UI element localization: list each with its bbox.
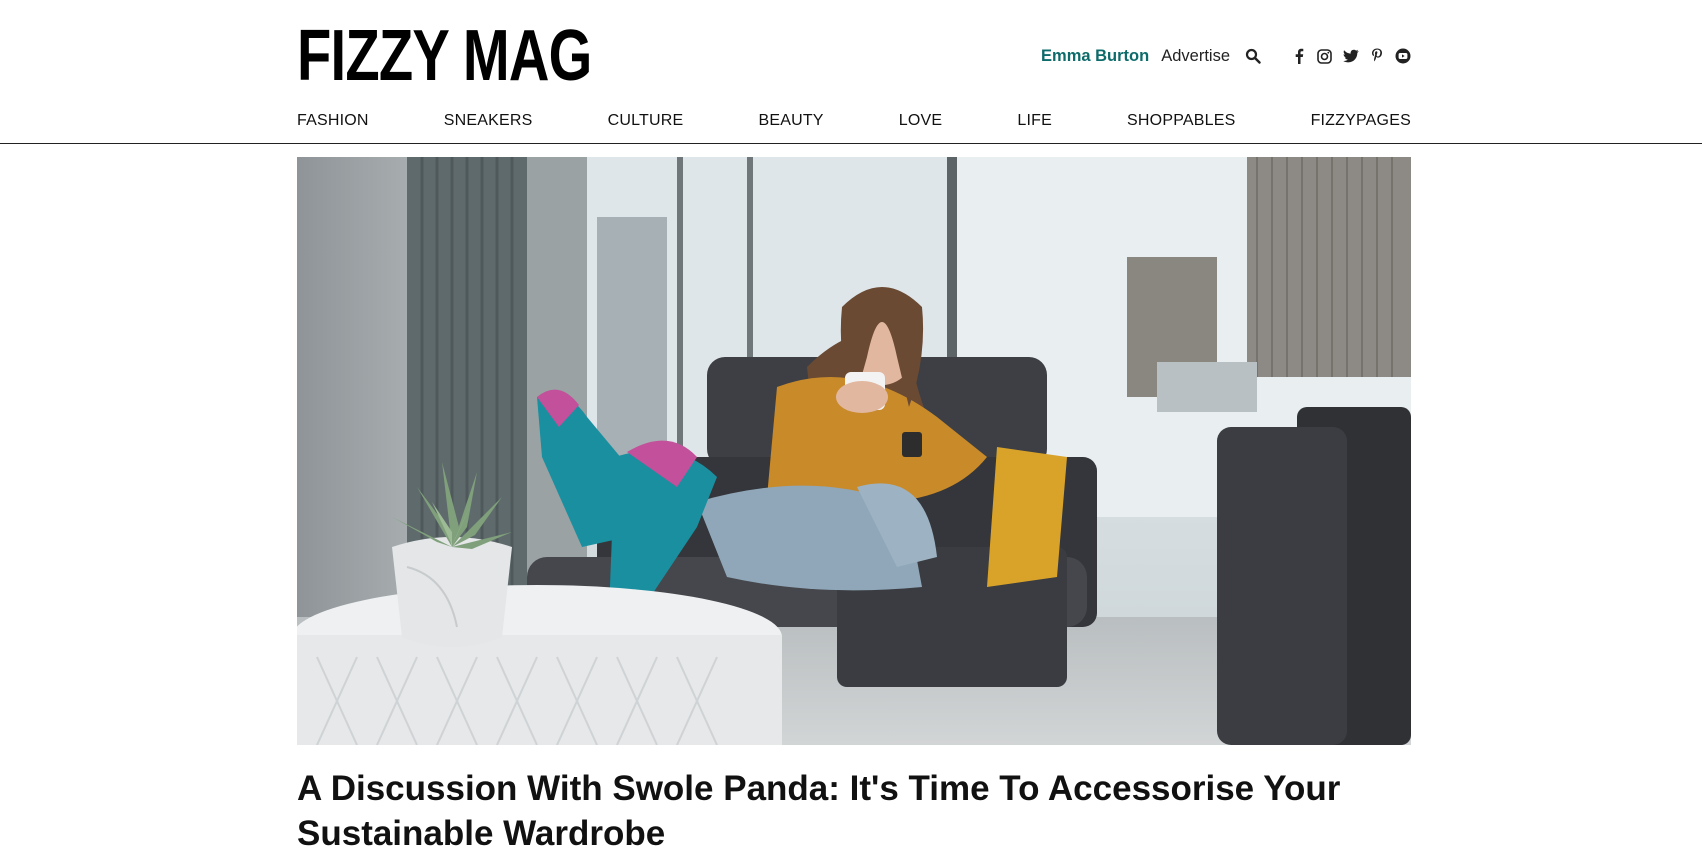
social-links <box>1290 48 1411 65</box>
advertise-link[interactable]: Advertise <box>1161 47 1230 66</box>
nav-item-shoppables[interactable]: SHOPPABLES <box>1127 112 1235 130</box>
nav-item-fashion[interactable]: FASHION <box>297 112 369 130</box>
facebook-icon[interactable] <box>1290 48 1307 65</box>
nav-item-fizzypages[interactable]: FIZZYPAGES <box>1311 112 1411 130</box>
main-nav: FASHION SNEAKERS CULTURE BEAUTY LOVE LIF… <box>297 112 1411 130</box>
header-utility-bar: Emma Burton Advertise <box>1041 44 1411 68</box>
youtube-icon[interactable] <box>1394 48 1411 65</box>
site-header: FIZZY MAG Emma Burton Advertise FASHION … <box>0 0 1702 144</box>
twitter-icon[interactable] <box>1342 48 1359 65</box>
nav-item-life[interactable]: LIFE <box>1017 112 1052 130</box>
nav-item-culture[interactable]: CULTURE <box>608 112 684 130</box>
search-icon[interactable] <box>1244 47 1262 65</box>
site-logo[interactable]: FIZZY MAG <box>297 20 592 92</box>
user-account-link[interactable]: Emma Burton <box>1041 47 1149 66</box>
nav-item-love[interactable]: LOVE <box>899 112 943 130</box>
nav-item-sneakers[interactable]: SNEAKERS <box>444 112 533 130</box>
nav-item-beauty[interactable]: BEAUTY <box>758 112 823 130</box>
pinterest-icon[interactable] <box>1368 48 1385 65</box>
article-title[interactable]: A Discussion With Swole Panda: It's Time… <box>297 766 1411 856</box>
instagram-icon[interactable] <box>1316 48 1333 65</box>
hero-image[interactable] <box>297 157 1411 745</box>
